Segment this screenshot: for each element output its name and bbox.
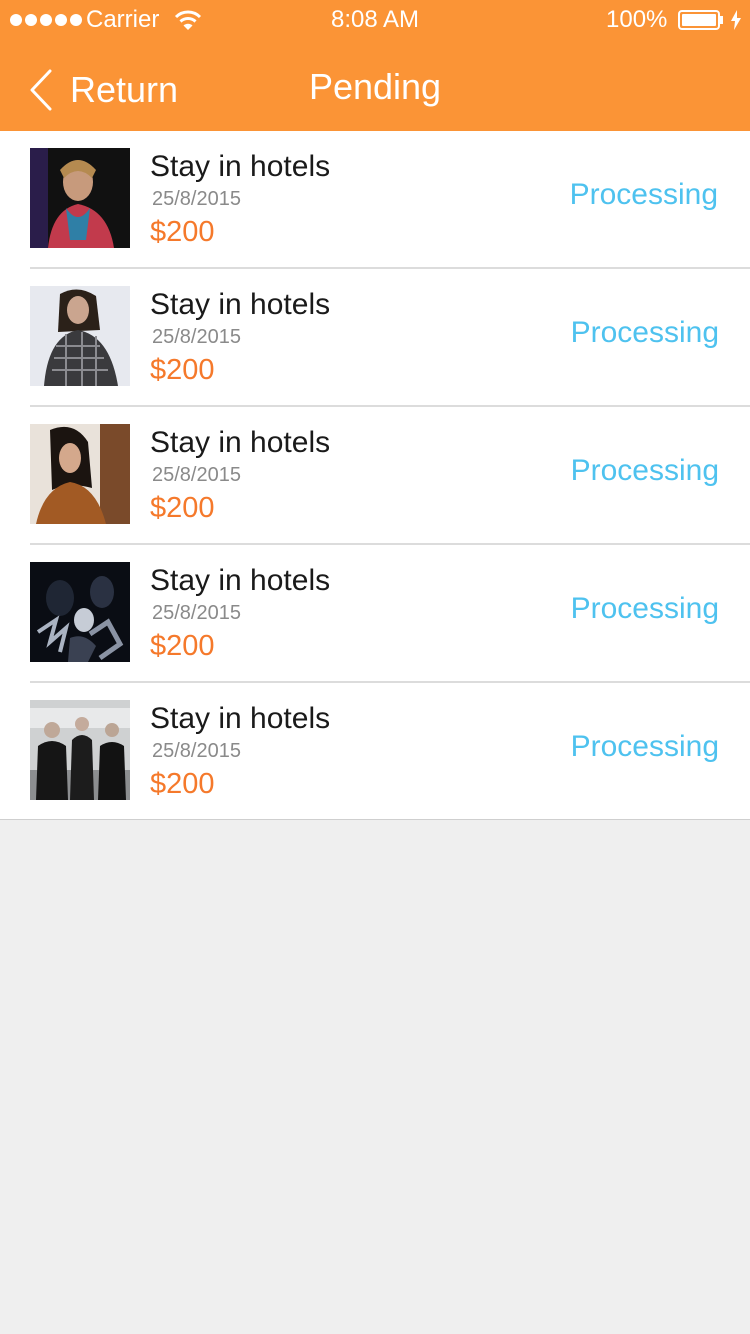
item-info: Stay in hotels 25/8/2015 $200 (150, 564, 330, 662)
pending-list: Stay in hotels 25/8/2015 $200 Processing… (0, 131, 750, 820)
item-date: 25/8/2015 (152, 740, 241, 762)
item-photo (30, 424, 130, 524)
item-info: Stay in hotels 25/8/2015 $200 (150, 426, 330, 524)
item-info: Stay in hotels 25/8/2015 $200 (150, 702, 330, 800)
item-title: Stay in hotels (150, 426, 331, 459)
status-label[interactable]: Processing (571, 454, 719, 488)
item-title: Stay in hotels (150, 150, 331, 183)
list-item[interactable]: Stay in hotels 25/8/2015 $200 Processing (30, 267, 750, 405)
item-info: Stay in hotels 25/8/2015 $200 (150, 288, 330, 386)
item-photo (30, 562, 130, 662)
item-photo (30, 700, 130, 800)
battery-percent: 100% (606, 6, 668, 33)
list-item[interactable]: Stay in hotels 25/8/2015 $200 Processing (0, 131, 750, 267)
item-info: Stay in hotels 25/8/2015 $200 (150, 150, 330, 248)
item-price: $200 (150, 492, 215, 524)
status-label[interactable]: Processing (571, 316, 719, 350)
navigation-bar: Return Pending (0, 40, 750, 131)
item-price: $200 (150, 354, 215, 386)
item-price: $200 (150, 630, 215, 662)
item-date: 25/8/2015 (152, 464, 241, 486)
page-title: Pending (308, 66, 442, 107)
status-label[interactable]: Processing (571, 592, 719, 626)
status-label[interactable]: Processing (571, 730, 719, 764)
item-date: 25/8/2015 (152, 188, 241, 210)
item-title: Stay in hotels (150, 288, 331, 321)
item-title: Stay in hotels (150, 564, 331, 597)
item-price: $200 (150, 768, 215, 800)
item-photo (30, 286, 130, 386)
item-date: 25/8/2015 (152, 326, 241, 348)
battery-icon (678, 10, 723, 30)
list-item[interactable]: Stay in hotels 25/8/2015 $200 Processing (30, 543, 750, 681)
list-item[interactable]: Stay in hotels 25/8/2015 $200 Processing (30, 405, 750, 543)
item-title: Stay in hotels (150, 702, 331, 735)
status-bar: Carrier 8:08 AM 100% (0, 0, 750, 40)
header: Carrier 8:08 AM 100% Return Pending (0, 0, 750, 131)
status-label[interactable]: Processing (570, 178, 718, 212)
item-price: $200 (150, 216, 215, 248)
item-date: 25/8/2015 (152, 602, 241, 624)
list-item[interactable]: Stay in hotels 25/8/2015 $200 Processing (30, 681, 750, 819)
charging-icon (731, 10, 741, 30)
item-photo (30, 148, 130, 248)
